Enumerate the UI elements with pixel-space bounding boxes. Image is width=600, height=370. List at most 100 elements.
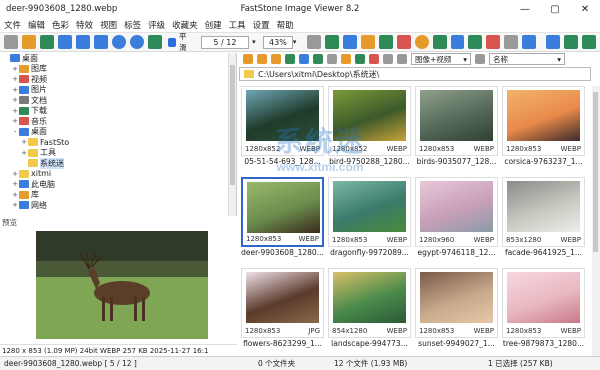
email-icon[interactable]: [486, 35, 501, 49]
effects-icon[interactable]: [432, 35, 447, 49]
minimize-button[interactable]: —: [510, 0, 540, 18]
menu-help[interactable]: 帮助: [277, 19, 294, 31]
tree-item[interactable]: + 视频: [0, 74, 236, 85]
tree-item[interactable]: + 网络: [0, 200, 236, 211]
folder-up-icon[interactable]: [271, 54, 281, 64]
thumbnail-frame[interactable]: 853x1280 WEBP: [502, 177, 585, 247]
color-adjust-icon[interactable]: [378, 35, 393, 49]
previous-icon[interactable]: [75, 35, 90, 49]
filter-dropdown[interactable]: 图像+视频 ▾: [411, 53, 471, 65]
thumbnail-frame[interactable]: 1280x853 WEBP: [328, 177, 411, 247]
tree-item[interactable]: + 库: [0, 190, 236, 201]
tree-item[interactable]: 桌面: [0, 53, 236, 64]
copy-icon[interactable]: [327, 54, 337, 64]
close-button[interactable]: ✕: [570, 0, 600, 18]
thumbnail-tile[interactable]: 1280x853 JPG flowers-8623299_1...: [241, 268, 324, 348]
expand-icon[interactable]: +: [11, 170, 19, 178]
sort-order-icon[interactable]: [475, 54, 485, 64]
resize-icon[interactable]: [342, 35, 357, 49]
tree-item[interactable]: - 桌面: [0, 127, 236, 138]
browse-icon[interactable]: [39, 35, 54, 49]
page-field[interactable]: 5 / 12: [200, 35, 249, 49]
thumbnail-frame[interactable]: 1280x853 JPG: [241, 268, 324, 338]
fit-window-icon[interactable]: [324, 35, 339, 49]
thumbnail-tile[interactable]: 1280x852 WEBP bird-9750288_1280...: [328, 86, 411, 166]
address-bar[interactable]: C:\Users\xitmi\Desktop\系统迷\: [239, 67, 591, 81]
next-icon[interactable]: [93, 35, 108, 49]
hand-icon[interactable]: [306, 35, 321, 49]
expand-icon[interactable]: +: [20, 138, 28, 146]
thumbnail-tile[interactable]: 1280x853 WEBP dragonfly-9972089...: [328, 177, 411, 257]
tree-item[interactable]: + 音乐: [0, 116, 236, 127]
rotate-left-icon[interactable]: [450, 35, 465, 49]
tree-item[interactable]: + 图片: [0, 85, 236, 96]
print-icon[interactable]: [504, 35, 519, 49]
tree-item[interactable]: + 图库: [0, 64, 236, 75]
thumbnail-tile[interactable]: 854x1280 WEBP landscape-994773...: [328, 268, 411, 348]
crop-icon[interactable]: [360, 35, 375, 49]
tree-item[interactable]: + 下载: [0, 106, 236, 117]
tree-scrollbar[interactable]: [228, 53, 236, 216]
thumbnail-frame[interactable]: 1280x960 WEBP: [415, 177, 498, 247]
tree-item[interactable]: + FastSto: [0, 137, 236, 148]
thumbnail-frame[interactable]: 854x1280 WEBP: [328, 268, 411, 338]
expand-icon[interactable]: +: [11, 75, 19, 83]
fit-icon[interactable]: [147, 35, 162, 49]
layout1-icon[interactable]: [546, 35, 561, 49]
thumbnail-tile[interactable]: 1280x852 WEBP 05-51-54-693_128...: [241, 86, 324, 166]
thumbnail-tile[interactable]: 853x1280 WEBP facade-9641925_1...: [502, 177, 585, 257]
expand-icon[interactable]: +: [11, 180, 19, 188]
expand-icon[interactable]: +: [11, 117, 19, 125]
menu-edit[interactable]: 编辑: [28, 19, 45, 31]
expand-icon[interactable]: +: [20, 149, 28, 157]
thumbnail-frame[interactable]: 1280x853 WEBP: [241, 177, 324, 247]
page-spin-icon[interactable]: ▾: [249, 36, 259, 49]
delete-icon[interactable]: [369, 54, 379, 64]
select-all-icon[interactable]: [313, 54, 323, 64]
expand-icon[interactable]: +: [11, 107, 19, 115]
expand-icon[interactable]: -: [11, 128, 19, 136]
menu-create[interactable]: 创建: [205, 19, 222, 31]
camera-icon[interactable]: [4, 35, 18, 49]
thumbnail-frame[interactable]: 1280x852 WEBP: [328, 86, 411, 156]
expand-icon[interactable]: +: [11, 86, 19, 94]
details-icon[interactable]: [397, 54, 407, 64]
expand-icon[interactable]: +: [11, 96, 19, 104]
thumbnail-tile[interactable]: 1280x853 WEBP sunset-9949027_1...: [415, 268, 498, 348]
thumbnail-frame[interactable]: 1280x853 WEBP: [502, 86, 585, 156]
rename-icon[interactable]: [355, 54, 365, 64]
expand-icon[interactable]: +: [11, 65, 19, 73]
tree-item[interactable]: + 此电脑: [0, 179, 236, 190]
zoom-field[interactable]: 43%: [262, 35, 293, 49]
thumbnail-frame[interactable]: 1280x853 WEBP: [502, 268, 585, 338]
menu-tools[interactable]: 工具: [229, 19, 246, 31]
menu-rating[interactable]: 评级: [148, 19, 165, 31]
menu-tags[interactable]: 标签: [124, 19, 141, 31]
rotate-right-icon[interactable]: [468, 35, 483, 49]
open-folder-icon[interactable]: [21, 35, 36, 49]
thumbnail-tile[interactable]: 1280x853 WEBP tree-9879873_1280...: [502, 268, 585, 348]
favorites-icon[interactable]: [299, 54, 309, 64]
red-eye-icon[interactable]: [396, 35, 411, 49]
maximize-button[interactable]: ▢: [540, 0, 570, 18]
grid-scrollbar[interactable]: [592, 86, 600, 356]
menu-effects[interactable]: 特效: [76, 19, 93, 31]
tree-item[interactable]: + xitmi: [0, 169, 236, 180]
thumbnail-frame[interactable]: 1280x852 WEBP: [241, 86, 324, 156]
menu-color[interactable]: 色彩: [52, 19, 69, 31]
tree-item[interactable]: + 文档: [0, 95, 236, 106]
menu-file[interactable]: 文件: [4, 19, 21, 31]
thumbnail-frame[interactable]: 1280x853 WEBP: [415, 86, 498, 156]
fullscreen-icon[interactable]: [57, 35, 72, 49]
sort-dropdown[interactable]: 名称 ▾: [489, 53, 565, 65]
thumbnail-frame[interactable]: 1280x853 WEBP: [415, 268, 498, 338]
back-icon[interactable]: [243, 54, 253, 64]
thumbnail-tile[interactable]: 1280x853 WEBP corsica-9763237_1...: [502, 86, 585, 166]
layout3-icon[interactable]: [582, 35, 597, 49]
brightness-icon[interactable]: [414, 35, 429, 49]
layout2-icon[interactable]: [564, 35, 579, 49]
view-mode-icon[interactable]: [383, 54, 393, 64]
thumbnail-tile[interactable]: 1280x853 WEBP deer-9903608_1280...: [241, 177, 324, 257]
tree-item[interactable]: 系统迷: [0, 157, 236, 169]
thumbnail-tile[interactable]: 1280x853 WEBP birds-9035077_128...: [415, 86, 498, 166]
